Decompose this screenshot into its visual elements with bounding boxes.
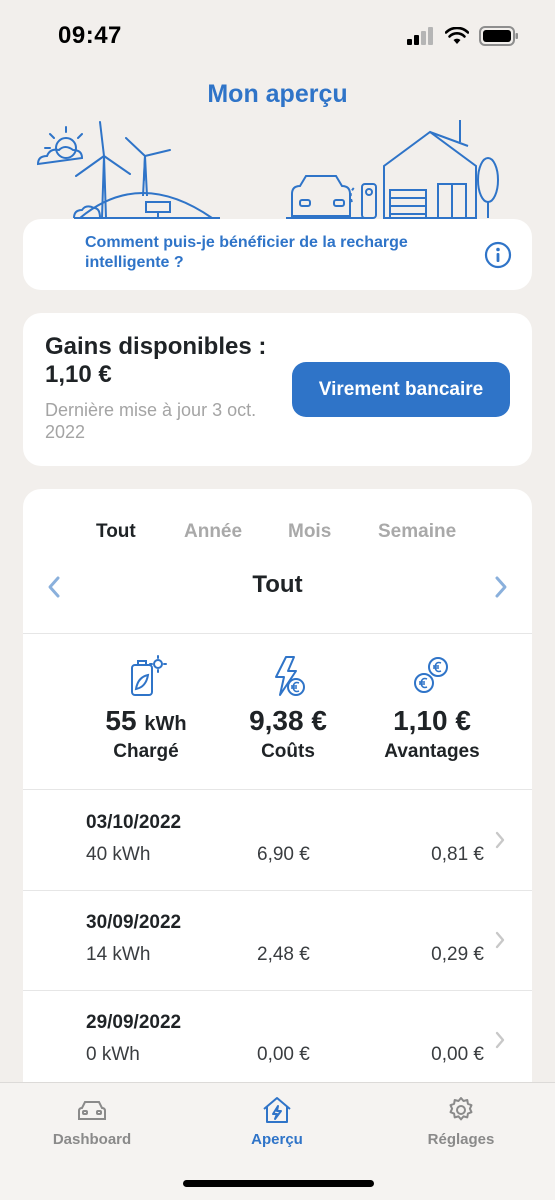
tree-icon: [477, 157, 499, 203]
costs-value: 9,38 €: [249, 705, 327, 736]
session-date: 30/09/2022: [86, 912, 182, 933]
house-bolt-icon: [263, 1097, 291, 1123]
car-icon: [78, 1101, 106, 1120]
costs-label: Coûts: [261, 741, 315, 762]
stat-costs: 9,38 € Coûts: [208, 655, 368, 763]
charged-number: 55: [105, 705, 137, 736]
nav-dashboard[interactable]: Dashboard: [22, 1095, 162, 1148]
euro-coins-icon: [414, 657, 448, 693]
charged-label: Chargé: [113, 741, 179, 762]
nav-settings[interactable]: Réglages: [391, 1095, 531, 1148]
gains-last-updated: Dernière mise à jour 3 oct. 2022: [45, 400, 257, 442]
gains-card: Gains disponibles : 1,10 € Dernière mise…: [23, 313, 532, 466]
gear-icon: [449, 1097, 473, 1121]
session-kwh: 0 kWh: [86, 1044, 140, 1065]
advantages-label: Avantages: [384, 741, 480, 762]
battery-leaf-icon: [131, 655, 167, 696]
chevron-right-icon[interactable]: [494, 830, 506, 850]
car-icon: [291, 175, 351, 217]
divider: [23, 633, 532, 634]
battery-icon: [479, 26, 518, 46]
tab-year[interactable]: Année: [184, 521, 242, 543]
stat-charged: 55 kWh Chargé: [66, 655, 226, 763]
session-kwh: 40 kWh: [86, 844, 151, 865]
charged-unit: kWh: [144, 713, 187, 735]
info-icon[interactable]: [484, 241, 512, 269]
summary-stats: 55 kWh Chargé 9,38 € Coûts 1,10 € Avanta…: [23, 655, 532, 775]
nav-apercu-label: Aperçu: [251, 1131, 303, 1148]
hero-illustration: [36, 120, 499, 219]
period-navigator: Tout: [23, 569, 532, 605]
tab-month[interactable]: Mois: [288, 521, 331, 543]
bolt-euro-icon: [275, 656, 305, 696]
session-date: 03/10/2022: [86, 812, 182, 833]
chevron-right-icon[interactable]: [494, 1030, 506, 1050]
advantages-value: 1,10 €: [393, 705, 471, 736]
session-row[interactable]: 30/09/2022 14 kWh 2,48 € 0,29 €: [23, 890, 532, 990]
gains-amount: 1,10 €: [45, 361, 112, 388]
session-advantage: 0,81 €: [431, 844, 484, 865]
status-time: 09:47: [58, 22, 122, 49]
session-cost: 0,00 €: [257, 1044, 310, 1065]
chevron-right-icon[interactable]: [492, 575, 510, 599]
solar-panel-icon: [145, 201, 171, 213]
session-date: 29/09/2022: [86, 1012, 182, 1033]
status-bar: 09:47: [0, 0, 555, 72]
chevron-right-icon[interactable]: [494, 930, 506, 950]
session-row[interactable]: 29/09/2022 0 kWh 0,00 € 0,00 €: [23, 990, 532, 1090]
nav-dashboard-label: Dashboard: [52, 1131, 132, 1148]
consumption-card: Tout Année Mois Semaine Tout 55 kWh Char…: [23, 489, 532, 1129]
period-label: Tout: [252, 571, 303, 598]
wind-turbine-icon: [101, 155, 107, 219]
signal-icon: [407, 27, 433, 45]
nav-apercu[interactable]: Aperçu: [207, 1095, 347, 1148]
session-advantage: 0,29 €: [431, 944, 484, 965]
bank-transfer-button[interactable]: Virement bancaire: [292, 362, 510, 417]
tab-all[interactable]: Tout: [96, 521, 136, 543]
charged-value: 55 kWh: [66, 705, 226, 737]
period-tabs: Tout Année Mois Semaine: [23, 521, 532, 545]
stat-advantages: 1,10 € Avantages: [352, 655, 512, 763]
gains-title: Gains disponibles :: [45, 333, 267, 360]
smart-charging-info-card[interactable]: Comment puis-je bénéficier de la recharg…: [23, 219, 532, 290]
tab-week[interactable]: Semaine: [378, 521, 456, 543]
wifi-icon: [445, 27, 469, 44]
session-row[interactable]: 03/10/2022 40 kWh 6,90 € 0,81 €: [23, 790, 532, 890]
session-cost: 2,48 €: [257, 944, 310, 965]
session-advantage: 0,00 €: [431, 1044, 484, 1065]
status-icons: [407, 26, 519, 46]
page-title: Mon aperçu: [207, 80, 348, 108]
session-cost: 6,90 €: [257, 844, 310, 865]
session-kwh: 14 kWh: [86, 944, 151, 965]
nav-settings-label: Réglages: [427, 1131, 495, 1148]
smart-charging-info-text: Comment puis-je bénéficier de la recharg…: [85, 234, 408, 271]
home-indicator: [183, 1180, 374, 1187]
